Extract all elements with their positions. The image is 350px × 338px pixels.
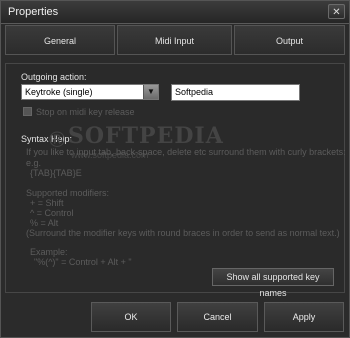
help-line: ^ = Control	[30, 208, 74, 218]
help-line: + = Shift	[30, 198, 64, 208]
title-bar: Properties ✕	[1, 1, 349, 24]
close-icon: ✕	[332, 7, 341, 18]
help-line: "%(^)" = Control + Alt + "	[34, 257, 132, 267]
window-title: Properties	[8, 6, 59, 18]
tab-general[interactable]: General	[5, 25, 115, 55]
help-line: Supported modifiers:	[26, 188, 110, 198]
softpedia-watermark: SOFTPEDIA	[68, 123, 224, 149]
help-line: Example:	[30, 247, 68, 257]
help-line: e.g.	[26, 158, 42, 168]
help-line: % = Alt	[30, 218, 59, 228]
tab-output[interactable]: Output	[234, 25, 345, 55]
stop-on-release-checkbox[interactable]	[23, 107, 32, 116]
outgoing-action-label: Outgoing action:	[21, 72, 87, 82]
cancel-button[interactable]: Cancel	[177, 302, 258, 332]
chevron-down-icon[interactable]: ▼	[143, 85, 158, 99]
ok-button[interactable]: OK	[91, 302, 171, 332]
action-type-select[interactable]: Keytroke (single) ▼	[21, 84, 159, 100]
help-line: {TAB}{TAB}E	[30, 168, 82, 178]
help-line: If you like to input tab, back-space, de…	[26, 147, 346, 157]
apply-button[interactable]: Apply	[264, 302, 344, 332]
close-button[interactable]: ✕	[328, 4, 345, 19]
help-line: (Surround the modifier keys with round b…	[26, 228, 340, 238]
tab-bar: General Midi Input Output	[5, 25, 345, 56]
stop-on-release-label: Stop on midi key release	[36, 107, 135, 117]
tab-midi-input[interactable]: Midi Input	[117, 25, 232, 55]
show-key-names-button[interactable]: Show all supported key names	[212, 268, 334, 298]
keystroke-input[interactable]: Softpedia	[171, 84, 300, 101]
action-type-value: Keytroke (single)	[25, 87, 93, 97]
properties-window: Properties ✕ General Midi Input Output O…	[0, 0, 350, 338]
